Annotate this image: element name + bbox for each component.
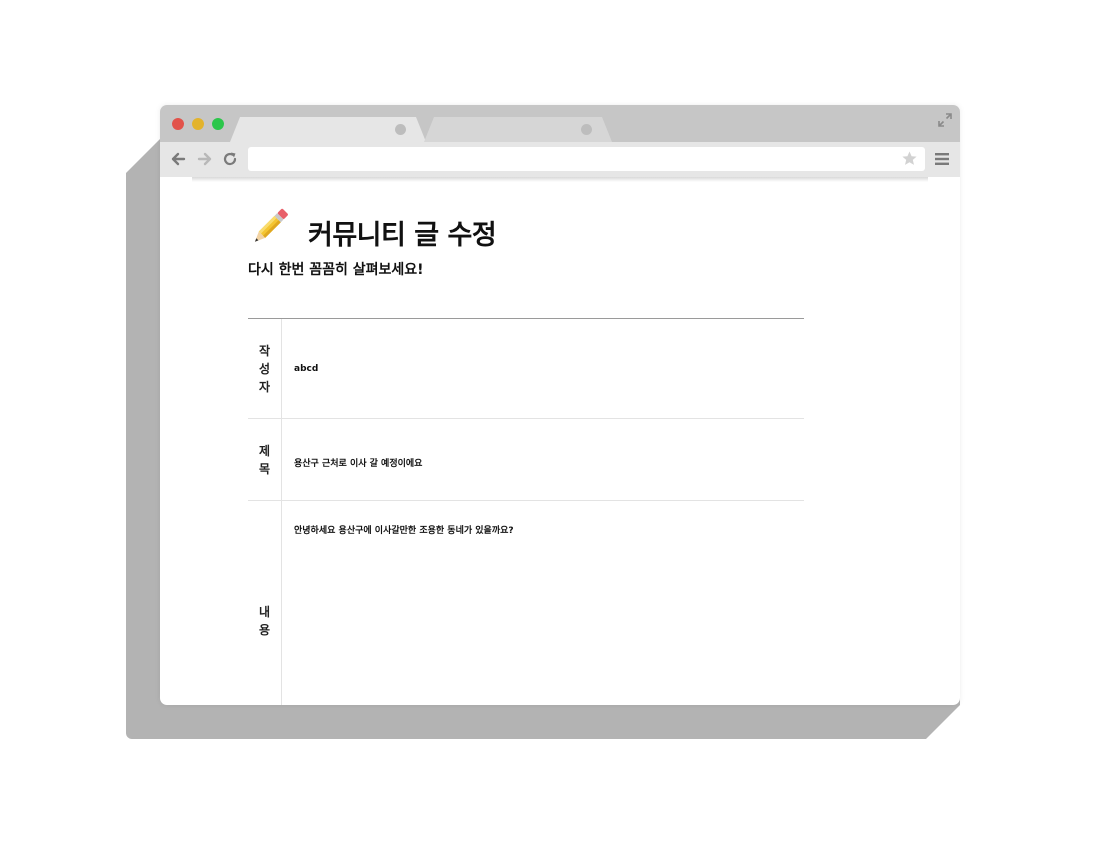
page-subtitle: 다시 한번 꼼꼼히 살펴보세요! <box>248 262 424 278</box>
reload-icon[interactable] <box>221 150 239 168</box>
tab-close-icon[interactable] <box>581 124 592 135</box>
title-label: 제목 <box>258 443 271 476</box>
page-title: 커뮤니티 글 수정 <box>308 220 497 251</box>
form-row-title: 제목 용산구 근처로 이사 갈 예정이에요 <box>248 419 804 501</box>
hamburger-menu-icon[interactable] <box>935 152 949 166</box>
edit-form-table: 작성자 abcd 제목 용산구 근처로 이사 갈 예정이에요 내용 안녕하세요 … <box>248 318 804 705</box>
body-label: 내용 <box>258 605 271 637</box>
pencil-icon <box>254 208 288 242</box>
form-row-body: 내용 안녕하세요 용산구에 이사갈만한 조용한 동네가 있을까요? <box>248 501 804 705</box>
browser-toolbar <box>160 142 960 177</box>
forward-arrow-icon[interactable] <box>196 150 214 168</box>
browser-tab-inactive[interactable] <box>424 117 612 142</box>
form-row-label: 제목 <box>248 419 282 500</box>
browser-tab-active[interactable] <box>230 117 426 142</box>
page-content: 커뮤니티 글 수정 다시 한번 꼼꼼히 살펴보세요! 작성자 abcd 제목 용… <box>160 177 960 705</box>
tab-close-icon[interactable] <box>395 124 406 135</box>
body-textarea[interactable]: 안녕하세요 용산구에 이사갈만한 조용한 동네가 있을까요? <box>282 501 804 705</box>
author-label: 작성자 <box>258 343 271 394</box>
minimize-window-button[interactable] <box>192 118 204 130</box>
browser-window: 커뮤니티 글 수정 다시 한번 꼼꼼히 살펴보세요! 작성자 abcd 제목 용… <box>160 105 960 705</box>
form-row-label: 작성자 <box>248 319 282 418</box>
address-bar[interactable] <box>248 147 925 171</box>
form-row-author: 작성자 abcd <box>248 319 804 419</box>
title-input[interactable]: 용산구 근처로 이사 갈 예정이에요 <box>282 419 804 500</box>
form-row-label: 내용 <box>248 501 282 705</box>
title-bar <box>160 105 960 142</box>
bookmark-star-icon[interactable] <box>901 150 918 167</box>
fullscreen-expand-icon[interactable] <box>938 113 952 127</box>
mockup-stage: 커뮤니티 글 수정 다시 한번 꼼꼼히 살펴보세요! 작성자 abcd 제목 용… <box>0 0 1120 850</box>
back-arrow-icon[interactable] <box>169 150 187 168</box>
maximize-window-button[interactable] <box>212 118 224 130</box>
author-value: abcd <box>294 364 319 374</box>
close-window-button[interactable] <box>172 118 184 130</box>
